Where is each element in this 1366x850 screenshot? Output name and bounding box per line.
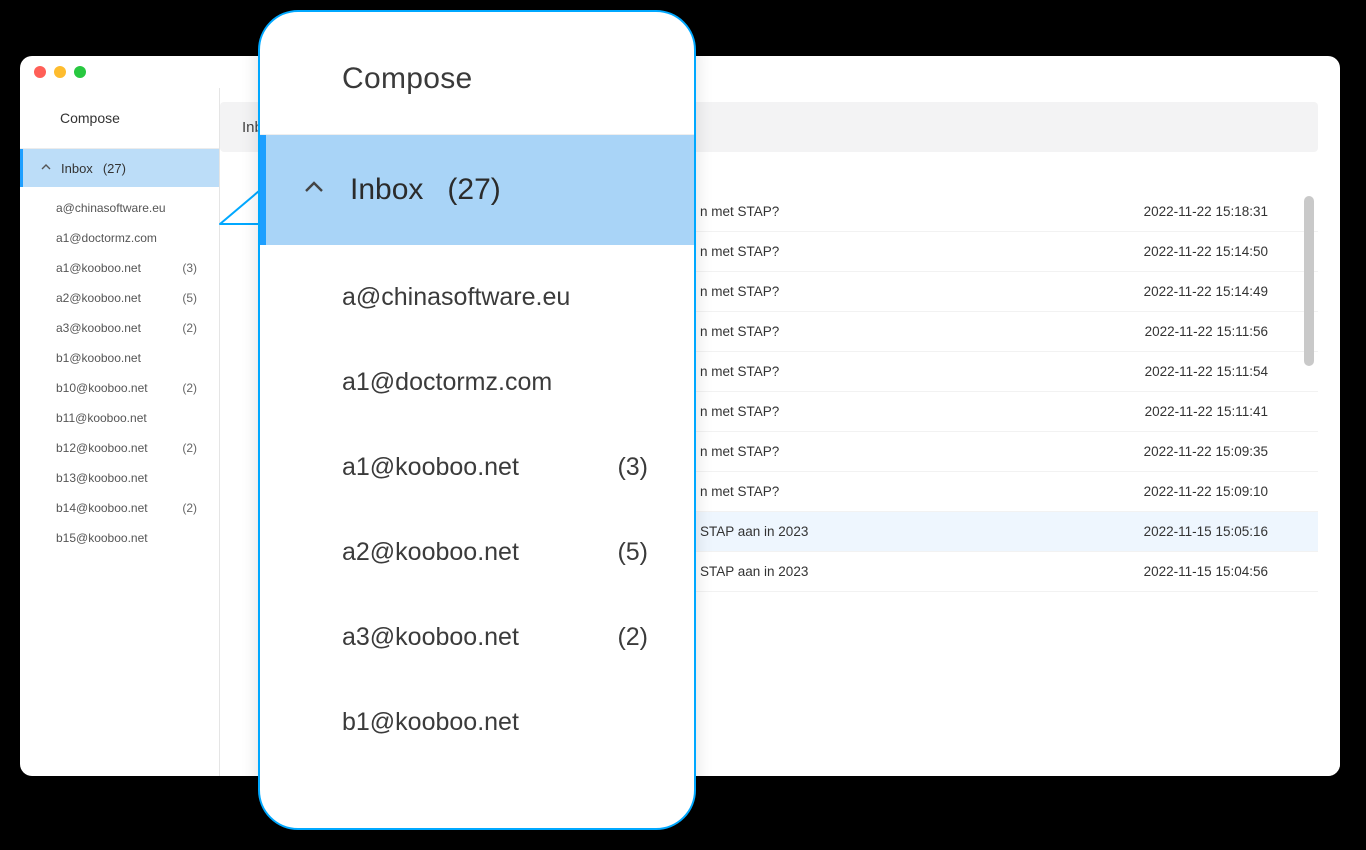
message-date: 2022-11-15 15:04:56 bbox=[1144, 564, 1278, 579]
callout-account-item[interactable]: a1@doctormz.com bbox=[260, 340, 694, 425]
callout-inbox-count: (27) bbox=[447, 173, 500, 207]
sidebar-account-count: (2) bbox=[182, 381, 201, 395]
message-subject: n met STAP? bbox=[690, 444, 1144, 459]
sidebar-account-count bbox=[197, 231, 201, 245]
callout-account-item[interactable]: a3@kooboo.net (2) bbox=[260, 595, 694, 680]
sidebar-account-item[interactable]: a2@kooboo.net (5) bbox=[20, 283, 219, 313]
message-date: 2022-11-22 15:11:54 bbox=[1145, 364, 1278, 379]
sidebar-account-item[interactable]: b1@kooboo.net bbox=[20, 343, 219, 373]
callout-account-email: a3@kooboo.net bbox=[342, 623, 519, 652]
sidebar-account-email: b10@kooboo.net bbox=[56, 381, 148, 395]
sidebar-inbox[interactable]: Inbox (27) bbox=[20, 149, 219, 187]
message-date: 2022-11-22 15:09:10 bbox=[1144, 484, 1278, 499]
message-row[interactable]: STAP aan in 20232022-11-15 15:04:56 bbox=[690, 552, 1318, 592]
sidebar-account-count bbox=[197, 411, 201, 425]
message-row[interactable]: n met STAP?2022-11-22 15:11:56 bbox=[690, 312, 1318, 352]
window-close-button[interactable] bbox=[34, 66, 46, 78]
sidebar-account-count bbox=[197, 351, 201, 365]
message-date: 2022-11-22 15:14:50 bbox=[1144, 244, 1278, 259]
callout-account-item[interactable]: a2@kooboo.net (5) bbox=[260, 510, 694, 595]
callout-account-count: (3) bbox=[617, 453, 648, 482]
sidebar-account-count: (2) bbox=[182, 501, 201, 515]
sidebar-account-email: a@chinasoftware.eu bbox=[56, 201, 166, 215]
sidebar-account-count: (2) bbox=[182, 441, 201, 455]
sidebar-account-count: (5) bbox=[182, 291, 201, 305]
sidebar: Compose Inbox (27) a@chinasoftware.eu a1@… bbox=[20, 88, 220, 776]
sidebar-account-email: b13@kooboo.net bbox=[56, 471, 148, 485]
sidebar-account-email: b11@kooboo.net bbox=[56, 411, 147, 425]
sidebar-account-item[interactable]: b13@kooboo.net bbox=[20, 463, 219, 493]
callout-account-item[interactable]: a@chinasoftware.eu bbox=[260, 255, 694, 340]
sidebar-account-email: b1@kooboo.net bbox=[56, 351, 141, 365]
sidebar-account-count: (2) bbox=[182, 321, 201, 335]
callout-compose-button[interactable]: Compose bbox=[260, 12, 694, 135]
sidebar-account-item[interactable]: b10@kooboo.net (2) bbox=[20, 373, 219, 403]
message-row[interactable]: n met STAP?2022-11-22 15:14:49 bbox=[690, 272, 1318, 312]
sidebar-account-count: (3) bbox=[182, 261, 201, 275]
callout-account-email: a@chinasoftware.eu bbox=[342, 283, 570, 312]
sidebar-account-email: b12@kooboo.net bbox=[56, 441, 148, 455]
callout-inbox[interactable]: Inbox (27) bbox=[260, 135, 694, 245]
callout-account-count: (5) bbox=[617, 538, 648, 567]
window-minimize-button[interactable] bbox=[54, 66, 66, 78]
message-date: 2022-11-22 15:11:41 bbox=[1145, 404, 1278, 419]
message-row[interactable]: n met STAP?2022-11-22 15:09:35 bbox=[690, 432, 1318, 472]
sidebar-account-item[interactable]: b11@kooboo.net bbox=[20, 403, 219, 433]
sidebar-account-email: b14@kooboo.net bbox=[56, 501, 148, 515]
callout-account-item[interactable]: a1@kooboo.net (3) bbox=[260, 425, 694, 510]
callout-zoom: Compose Inbox (27) a@chinasoftware.eu a1@… bbox=[258, 10, 696, 830]
callout-account-list: a@chinasoftware.eu a1@doctormz.com a1@koob… bbox=[260, 245, 694, 765]
window-zoom-button[interactable] bbox=[74, 66, 86, 78]
callout-account-email: a1@kooboo.net bbox=[342, 453, 519, 482]
chevron-up-icon bbox=[41, 162, 51, 175]
message-row[interactable]: n met STAP?2022-11-22 15:09:10 bbox=[690, 472, 1318, 512]
message-subject: n met STAP? bbox=[690, 324, 1145, 339]
sidebar-account-item[interactable]: b14@kooboo.net (2) bbox=[20, 493, 219, 523]
message-subject: n met STAP? bbox=[690, 204, 1144, 219]
message-row[interactable]: n met STAP?2022-11-22 15:11:54 bbox=[690, 352, 1318, 392]
sidebar-account-email: a2@kooboo.net bbox=[56, 291, 141, 305]
sidebar-account-item[interactable]: b15@kooboo.net bbox=[20, 523, 219, 553]
sidebar-account-email: a1@doctormz.com bbox=[56, 231, 157, 245]
message-subject: n met STAP? bbox=[690, 484, 1144, 499]
message-subject: STAP aan in 2023 bbox=[690, 524, 1144, 539]
message-row[interactable]: STAP aan in 20232022-11-15 15:05:16 bbox=[690, 512, 1318, 552]
message-subject: n met STAP? bbox=[690, 284, 1144, 299]
callout-inbox-label: Inbox bbox=[350, 173, 423, 207]
callout-account-email: a1@doctormz.com bbox=[342, 368, 552, 397]
sidebar-account-count bbox=[197, 471, 201, 485]
callout-account-email: a2@kooboo.net bbox=[342, 538, 519, 567]
message-date: 2022-11-22 15:14:49 bbox=[1144, 284, 1278, 299]
message-row[interactable]: n met STAP?2022-11-22 15:18:31 bbox=[690, 192, 1318, 232]
message-row[interactable]: n met STAP?2022-11-22 15:11:41 bbox=[690, 392, 1318, 432]
chevron-up-icon bbox=[304, 177, 324, 203]
sidebar-account-email: b15@kooboo.net bbox=[56, 531, 148, 545]
message-subject: n met STAP? bbox=[690, 244, 1144, 259]
sidebar-inbox-count: (27) bbox=[103, 161, 126, 176]
sidebar-account-email: a1@kooboo.net bbox=[56, 261, 141, 275]
message-date: 2022-11-15 15:05:16 bbox=[1144, 524, 1278, 539]
callout-account-item[interactable]: b1@kooboo.net bbox=[260, 680, 694, 765]
sidebar-account-list: a@chinasoftware.eu a1@doctormz.com a1@koob… bbox=[20, 187, 219, 553]
message-subject: STAP aan in 2023 bbox=[690, 564, 1144, 579]
scrollbar-thumb[interactable] bbox=[1304, 196, 1314, 366]
sidebar-account-item[interactable]: a3@kooboo.net (2) bbox=[20, 313, 219, 343]
sidebar-account-item[interactable]: a1@doctormz.com bbox=[20, 223, 219, 253]
sidebar-account-count bbox=[197, 201, 201, 215]
message-subject: n met STAP? bbox=[690, 404, 1145, 419]
sidebar-account-item[interactable]: a1@kooboo.net (3) bbox=[20, 253, 219, 283]
message-date: 2022-11-22 15:09:35 bbox=[1144, 444, 1278, 459]
message-row[interactable]: n met STAP?2022-11-22 15:14:50 bbox=[690, 232, 1318, 272]
sidebar-account-item[interactable]: a@chinasoftware.eu bbox=[20, 193, 219, 223]
sidebar-account-count bbox=[197, 531, 201, 545]
sidebar-inbox-label: Inbox bbox=[61, 161, 93, 176]
callout-account-email: b1@kooboo.net bbox=[342, 708, 519, 737]
callout-account-count: (2) bbox=[617, 623, 648, 652]
message-date: 2022-11-22 15:18:31 bbox=[1144, 204, 1278, 219]
sidebar-account-email: a3@kooboo.net bbox=[56, 321, 141, 335]
message-subject: n met STAP? bbox=[690, 364, 1145, 379]
message-date: 2022-11-22 15:11:56 bbox=[1145, 324, 1278, 339]
sidebar-account-item[interactable]: b12@kooboo.net (2) bbox=[20, 433, 219, 463]
compose-button[interactable]: Compose bbox=[20, 88, 219, 149]
